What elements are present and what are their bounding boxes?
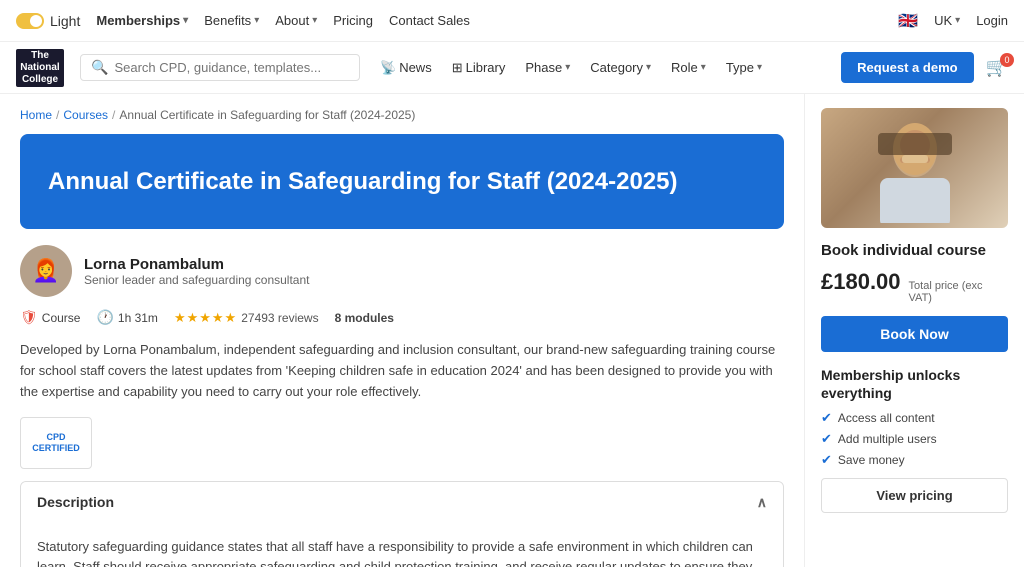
library-icon: ⊞ [452, 60, 463, 76]
price-display: £180.00 [821, 269, 901, 295]
modules-count: 8 modules [335, 311, 394, 325]
benefits-chevron-icon: ▾ [254, 15, 259, 26]
description-header[interactable]: Description ∧ [21, 482, 783, 523]
logo[interactable]: The National College [16, 49, 64, 87]
course-title: Annual Certificate in Safeguarding for S… [48, 166, 756, 197]
phase-chevron-icon: ▾ [565, 62, 570, 73]
instructor-photo [821, 108, 1008, 228]
duration-item: 🕐 1h 31m [96, 309, 157, 326]
course-label: Course [42, 311, 81, 325]
about-link[interactable]: About ▾ [275, 13, 317, 28]
description-label: Description [37, 494, 114, 510]
description-panel: Description ∧ Statutory safeguarding gui… [20, 481, 784, 567]
check-icon-1: ✔ [821, 410, 832, 426]
top-nav: Light Memberships ▾ Benefits ▾ About ▾ P… [0, 0, 1024, 42]
description-content: Statutory safeguarding guidance states t… [21, 523, 783, 567]
hero-card: Annual Certificate in Safeguarding for S… [20, 134, 784, 229]
author-role: Senior leader and safeguarding consultan… [84, 273, 310, 287]
book-now-button[interactable]: Book Now [821, 316, 1008, 352]
modules-item: 8 modules [335, 311, 394, 325]
about-chevron-icon: ▾ [312, 15, 317, 26]
instructor-image [870, 113, 960, 223]
avatar: 👩‍🦰 [20, 245, 72, 297]
content-area: Home / Courses / Annual Certificate in S… [0, 94, 1024, 567]
contact-link[interactable]: Contact Sales [389, 13, 470, 28]
search-icon: 🔍 [91, 59, 108, 76]
stars-display: ★★★★★ [174, 310, 237, 326]
book-course-title: Book individual course [821, 242, 1008, 259]
shield-icon: 🛡 [20, 309, 38, 326]
course-description: Developed by Lorna Ponambalum, independe… [20, 340, 784, 402]
light-label: Light [50, 13, 80, 29]
uk-flag[interactable]: 🇬🇧 [898, 11, 918, 31]
avatar-emoji: 👩‍🦰 [32, 258, 59, 284]
breadcrumb-courses[interactable]: Courses [63, 108, 108, 122]
main-nav-items: 📡 News ⊞ Library Phase ▾ Category ▾ Role… [372, 54, 770, 82]
search-box[interactable]: 🔍 [80, 54, 360, 81]
role-chevron-icon: ▾ [701, 62, 706, 73]
main-nav: The National College 🔍 📡 News ⊞ Library … [0, 42, 1024, 94]
author-name: Lorna Ponambalum [84, 256, 310, 273]
benefit-1: ✔ Access all content [821, 410, 1008, 426]
price-row: £180.00 Total price (exc VAT) [821, 269, 1008, 304]
cpd-logo: CPD CERTIFIED [20, 417, 92, 469]
left-panel: Home / Courses / Annual Certificate in S… [0, 94, 804, 567]
price-note: Total price (exc VAT) [909, 280, 1008, 304]
breadcrumb-sep2: / [112, 108, 115, 122]
demo-button[interactable]: Request a demo [841, 52, 973, 83]
memberships-link[interactable]: Memberships ▾ [96, 13, 188, 28]
clock-icon: 🕐 [96, 309, 113, 326]
news-icon: 📡 [380, 60, 396, 76]
pricing-link[interactable]: Pricing [333, 13, 373, 28]
search-input[interactable] [114, 60, 349, 75]
view-pricing-button[interactable]: View pricing [821, 478, 1008, 513]
benefit-3: ✔ Save money [821, 452, 1008, 468]
breadcrumb-sep1: / [56, 108, 59, 122]
duration-value: 1h 31m [118, 311, 158, 325]
membership-box: Membership unlocks everything ✔ Access a… [821, 366, 1008, 468]
reviews-count: 27493 reviews [241, 311, 318, 325]
library-nav-item[interactable]: ⊞ Library [444, 54, 514, 82]
phase-nav-item[interactable]: Phase ▾ [517, 54, 578, 81]
toggle-circle [16, 13, 44, 29]
category-nav-item[interactable]: Category ▾ [582, 54, 659, 81]
meta-row: 🛡 Course 🕐 1h 31m ★★★★★ 27493 reviews 8 … [20, 309, 784, 326]
toggle-dot [30, 15, 42, 27]
breadcrumb: Home / Courses / Annual Certificate in S… [20, 108, 784, 122]
benefits-link[interactable]: Benefits ▾ [204, 13, 259, 28]
description-chevron-icon: ∧ [757, 494, 767, 511]
cpd-badge: CPD CERTIFIED [20, 417, 784, 469]
uk-label[interactable]: UK ▾ [934, 13, 960, 28]
membership-unlocks-title: Membership unlocks everything [821, 366, 1008, 402]
breadcrumb-current: Annual Certificate in Safeguarding for S… [119, 108, 415, 122]
uk-chevron-icon: ▾ [955, 15, 960, 26]
author-section: 👩‍🦰 Lorna Ponambalum Senior leader and s… [20, 245, 784, 297]
login-button[interactable]: Login [976, 13, 1008, 28]
breadcrumb-home[interactable]: Home [20, 108, 52, 122]
type-nav-item[interactable]: Type ▾ [718, 54, 770, 81]
type-chevron-icon: ▾ [757, 62, 762, 73]
benefit-2: ✔ Add multiple users [821, 431, 1008, 447]
top-nav-right: 🇬🇧 UK ▾ Login [898, 11, 1008, 31]
check-icon-2: ✔ [821, 431, 832, 447]
theme-toggle[interactable]: Light [16, 13, 80, 29]
news-nav-item[interactable]: 📡 News [372, 54, 440, 82]
category-chevron-icon: ▾ [646, 62, 651, 73]
course-type: 🛡 Course [20, 309, 80, 326]
role-nav-item[interactable]: Role ▾ [663, 54, 714, 81]
rating-item: ★★★★★ 27493 reviews [174, 310, 319, 326]
cart-button[interactable]: 🛒 0 [986, 57, 1008, 78]
memberships-chevron-icon: ▾ [183, 15, 188, 26]
right-panel: Book individual course £180.00 Total pri… [804, 94, 1024, 567]
author-info: Lorna Ponambalum Senior leader and safeg… [84, 256, 310, 287]
check-icon-3: ✔ [821, 452, 832, 468]
cart-badge: 0 [1000, 53, 1014, 67]
logo-box: The National College [16, 49, 64, 87]
